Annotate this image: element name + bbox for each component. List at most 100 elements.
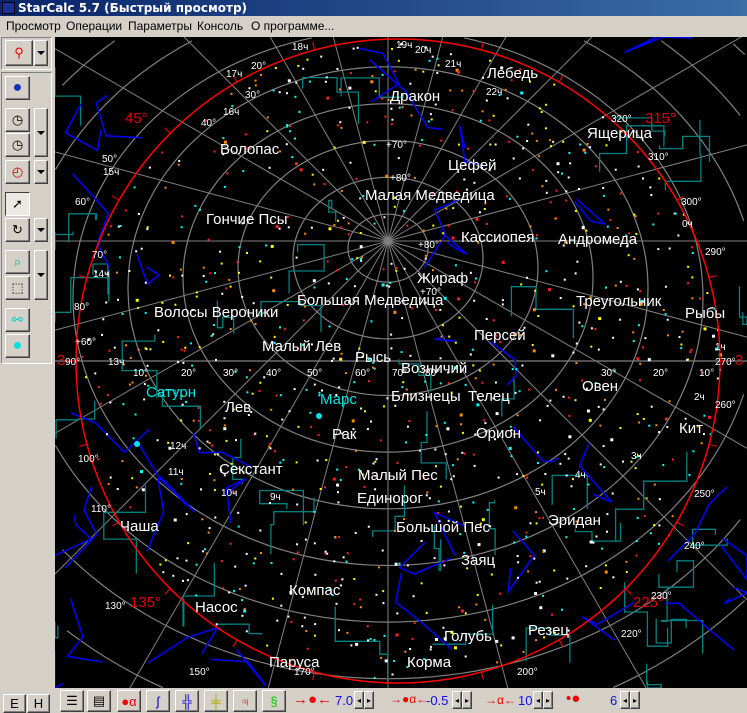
star (537, 315, 540, 318)
rotate-icon[interactable]: ↻ (5, 218, 30, 242)
star (634, 467, 637, 470)
deepsky-magnitude-decrease[interactable]: ◂ (452, 691, 462, 709)
zoom-dropdown[interactable] (34, 250, 48, 300)
star (572, 351, 575, 354)
star (459, 413, 463, 417)
star (225, 439, 228, 442)
star (341, 578, 344, 581)
star (375, 458, 378, 461)
grid-icon[interactable]: ╪ (204, 690, 228, 712)
star (340, 126, 343, 129)
star (360, 407, 363, 410)
star-size-icon: •● (566, 690, 581, 707)
star (305, 388, 308, 391)
windows-icon[interactable]: ▤ (87, 690, 111, 712)
sun-icon[interactable]: § (262, 690, 286, 712)
pointer-icon[interactable]: ➚ (5, 192, 30, 216)
star (333, 146, 336, 149)
select-rect-icon[interactable]: ⬚ (5, 276, 30, 300)
constellation-label: Эридан (548, 512, 601, 529)
star (172, 574, 175, 577)
time-step-dropdown[interactable] (34, 108, 48, 157)
clock-minus-icon[interactable]: ◷ (5, 133, 30, 157)
grid-label: 11ч (168, 467, 184, 478)
menu-operations[interactable]: Операции (66, 16, 122, 36)
grid-label: 13ч (108, 357, 125, 368)
star-size-increase[interactable]: ▸ (630, 691, 640, 709)
star (485, 223, 488, 225)
star-alpha-icon[interactable]: ●α (117, 690, 141, 712)
rotate-dropdown[interactable] (34, 218, 48, 242)
star (636, 151, 639, 154)
star (162, 571, 165, 574)
link-icon[interactable]: ⚯ (5, 308, 30, 332)
star (406, 564, 409, 567)
star (642, 346, 645, 349)
star (645, 497, 648, 500)
hemisphere-h-button[interactable]: H (27, 694, 50, 713)
star (479, 119, 482, 122)
constellation-label: Большой Пес (396, 519, 490, 536)
star (283, 328, 286, 331)
star (612, 336, 615, 339)
list-icon[interactable]: ☰ (60, 690, 84, 712)
star (366, 428, 369, 431)
label-magnitude-decrease[interactable]: ◂ (533, 691, 543, 709)
star (512, 157, 515, 160)
hemisphere-e-button[interactable]: E (3, 694, 26, 713)
constellation-figures-icon[interactable]: ʃ (146, 690, 170, 712)
star (578, 321, 581, 324)
menu-about[interactable]: О программе... (251, 16, 334, 36)
star (349, 161, 352, 164)
grid-label: 12ч (170, 441, 187, 452)
star (616, 227, 619, 229)
star (167, 441, 170, 444)
star-magnitude-decrease[interactable]: ◂ (354, 691, 364, 709)
grid-label: +80° (390, 173, 411, 184)
globe-icon[interactable]: ● (5, 76, 30, 100)
constellation-label: Цефей (448, 157, 497, 174)
star (499, 592, 502, 595)
star (644, 337, 647, 340)
star (251, 392, 254, 395)
star (531, 344, 534, 346)
clock-plus-icon[interactable]: ◷ (5, 108, 30, 132)
star (370, 80, 374, 84)
star-size-decrease[interactable]: ◂ (620, 691, 630, 709)
menu-console[interactable]: Консоль (197, 16, 243, 36)
star (442, 560, 445, 563)
star (691, 252, 694, 254)
star (542, 550, 545, 553)
label-magnitude-increase[interactable]: ▸ (543, 691, 553, 709)
star (489, 59, 492, 62)
star (298, 111, 301, 113)
star (223, 185, 226, 188)
star (511, 368, 514, 371)
star (420, 539, 423, 542)
star (223, 417, 226, 420)
sky-map[interactable]: Лебедь Дракон Ящерица Волопас Цефей Малая Мед… (55, 37, 747, 688)
menu-view[interactable]: Просмотр (6, 16, 61, 36)
boundaries-icon[interactable]: ╬ (175, 690, 199, 712)
clock-now-dropdown[interactable] (34, 160, 48, 184)
center-object-icon[interactable]: ● (5, 334, 30, 358)
star (548, 139, 551, 142)
menu-parameters[interactable]: Параметры (128, 16, 192, 36)
bicycle-dropdown[interactable] (34, 40, 48, 66)
star (574, 272, 577, 275)
grid-label: 300° (681, 197, 702, 208)
star (702, 433, 705, 436)
star (622, 460, 624, 463)
planets-icon[interactable]: ♃ (233, 690, 257, 712)
clock-now-icon[interactable]: ◴ (5, 160, 30, 184)
zoom-icon[interactable]: ⌕ (5, 250, 30, 274)
star-magnitude-increase[interactable]: ▸ (364, 691, 374, 709)
star (337, 219, 339, 222)
star (109, 225, 112, 228)
star (287, 79, 291, 83)
star (522, 650, 525, 653)
star (430, 645, 433, 648)
deepsky-magnitude-increase[interactable]: ▸ (462, 691, 472, 709)
bicycle-icon[interactable]: ⚲ (5, 40, 33, 66)
constellation-label: Андромеда (558, 231, 638, 248)
